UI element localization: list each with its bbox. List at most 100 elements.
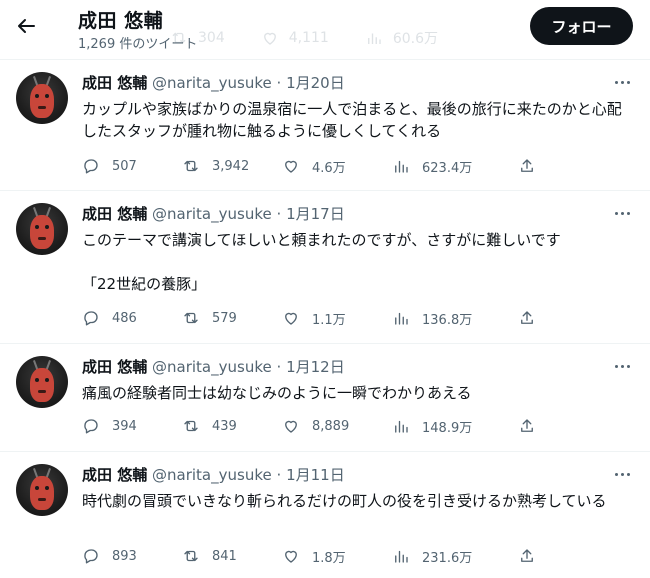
views-button[interactable]: 231.6万 — [392, 547, 518, 566]
avatar[interactable] — [16, 464, 68, 516]
author-name[interactable]: 成田 悠輔 — [82, 205, 147, 223]
tweet-actions: 394 439 8,889 148.9万 — [82, 416, 536, 436]
share-button[interactable] — [518, 547, 536, 565]
views-bar-chart-icon — [395, 312, 408, 325]
tweet-header: 成田 悠輔 @narita_yusuke · 1月17日 — [82, 203, 345, 224]
author-handle[interactable]: @narita_yusuke — [152, 466, 272, 484]
back-button[interactable] — [14, 14, 38, 38]
author-handle[interactable]: @narita_yusuke — [152, 358, 272, 376]
tweet[interactable]: 成田 悠輔 @narita_yusuke · 1月12日 痛風の経験者同士は幼な… — [0, 343, 650, 450]
reply-button[interactable]: 893 — [82, 547, 182, 565]
heart-icon — [285, 420, 297, 433]
tweet-text: 時代劇の冒頭でいきなり斬られるだけの町人の役を引き受けるか熟考している — [82, 492, 607, 510]
reply-count: 507 — [112, 158, 137, 174]
tweet-text: このテーマで講演してほしいと頼まれたのですが、さすがに難しいです 「22世紀の養… — [82, 231, 561, 293]
retweet-count: 841 — [212, 548, 237, 564]
share-button[interactable] — [518, 417, 536, 435]
tweet-actions: 893 841 1.8万 231.6万 — [82, 546, 536, 566]
heart-icon — [285, 312, 297, 325]
tweet-date[interactable]: 1月17日 — [286, 205, 345, 223]
share-upload-icon — [521, 549, 533, 562]
share-upload-icon — [521, 311, 533, 324]
views-count: 231.6万 — [422, 550, 473, 566]
scrolled-behind-tweet-actions: 304 4,111 60.6万 — [170, 28, 438, 48]
views-bar-chart-icon — [395, 160, 408, 173]
retweet-icon — [184, 420, 198, 432]
share-upload-icon — [521, 159, 533, 172]
reply-button[interactable]: 486 — [82, 309, 182, 327]
tweet-header: 成田 悠輔 @narita_yusuke · 1月20日 — [82, 72, 345, 93]
profile-name-title: 成田 悠輔 — [78, 10, 164, 32]
views-bar-chart-icon — [395, 420, 408, 433]
like-button[interactable]: 4.6万 — [282, 157, 392, 176]
author-name[interactable]: 成田 悠輔 — [82, 74, 147, 92]
avatar[interactable] — [16, 203, 68, 255]
retweet-icon — [184, 160, 198, 172]
more-options-button[interactable] — [612, 205, 632, 221]
heart-icon — [263, 32, 276, 45]
like-button[interactable]: 1.8万 — [282, 547, 392, 566]
like-count: 1.8万 — [312, 550, 346, 566]
author-handle[interactable]: @narita_yusuke — [152, 74, 272, 92]
tweet[interactable]: 成田 悠輔 @narita_yusuke · 1月17日 このテーマで講演してほ… — [0, 190, 650, 342]
avatar[interactable] — [16, 356, 68, 408]
reply-button[interactable]: 394 — [82, 417, 182, 435]
separator-dot: · — [276, 205, 282, 223]
reply-bubble-icon — [84, 549, 98, 564]
views-button[interactable]: 148.9万 — [392, 417, 518, 436]
like-button[interactable]: 1.1万 — [282, 309, 392, 328]
separator-dot: · — [276, 74, 282, 92]
avatar[interactable] — [16, 72, 68, 124]
ghost-like: 4,111 — [261, 29, 329, 47]
like-count: 1.1万 — [312, 312, 346, 328]
follow-button[interactable]: フォロー — [530, 7, 633, 45]
like-count: 4.6万 — [312, 160, 346, 176]
author-name[interactable]: 成田 悠輔 — [82, 358, 147, 376]
like-count: 8,889 — [312, 418, 350, 434]
more-options-button[interactable] — [612, 358, 632, 374]
tweet[interactable]: 成田 悠輔 @narita_yusuke · 1月20日 カップルや家族ばかりの… — [0, 59, 650, 189]
views-count: 136.8万 — [422, 312, 473, 328]
views-count: 148.9万 — [422, 420, 473, 436]
views-button[interactable]: 623.4万 — [392, 157, 518, 176]
tweet-date[interactable]: 1月12日 — [286, 358, 345, 376]
like-button[interactable]: 8,889 — [282, 417, 392, 435]
more-options-button[interactable] — [612, 466, 632, 482]
tweet-text: 痛風の経験者同士は幼なじみのように一瞬でわかりあえる — [82, 384, 472, 402]
share-button[interactable] — [518, 309, 536, 327]
views-bar-chart-icon — [367, 33, 381, 44]
separator-dot: · — [276, 466, 282, 484]
tweet[interactable]: 成田 悠輔 @narita_yusuke · 1月11日 時代劇の冒頭でいきなり… — [0, 451, 650, 578]
ghost-views-count: 60.6万 — [392, 31, 438, 47]
tweet-date[interactable]: 1月11日 — [286, 466, 345, 484]
retweet-count: 3,942 — [212, 158, 250, 174]
reply-button[interactable]: 507 — [82, 157, 182, 175]
reply-count: 394 — [112, 418, 137, 434]
profile-header: 304 4,111 60.6万 成田 悠輔 1,269 件のツイート フォロー — [0, 0, 650, 58]
reply-bubble-icon — [84, 419, 98, 434]
retweet-button[interactable]: 579 — [182, 309, 282, 327]
views-button[interactable]: 136.8万 — [392, 309, 518, 328]
reply-count: 486 — [112, 310, 137, 326]
ghost-retweet-count: 304 — [198, 30, 225, 46]
ghost-views: 60.6万 — [365, 28, 438, 48]
tweet-date[interactable]: 1月20日 — [286, 74, 345, 92]
reply-count: 893 — [112, 548, 137, 564]
retweet-button[interactable]: 3,942 — [182, 157, 282, 175]
ghost-like-count: 4,111 — [288, 30, 329, 46]
retweet-button[interactable]: 841 — [182, 547, 282, 565]
tweet-actions: 507 3,942 4.6万 623.4万 — [82, 156, 536, 176]
reply-bubble-icon — [84, 311, 98, 326]
retweet-button[interactable]: 439 — [182, 417, 282, 435]
share-button[interactable] — [518, 157, 536, 175]
heart-icon — [285, 160, 297, 173]
views-count: 623.4万 — [422, 160, 473, 176]
author-name[interactable]: 成田 悠輔 — [82, 466, 147, 484]
views-bar-chart-icon — [395, 550, 408, 563]
arrow-left-icon — [18, 19, 35, 33]
more-options-button[interactable] — [612, 74, 632, 90]
author-handle[interactable]: @narita_yusuke — [152, 205, 272, 223]
reply-bubble-icon — [84, 159, 98, 174]
tweet-header: 成田 悠輔 @narita_yusuke · 1月11日 — [82, 464, 345, 485]
share-upload-icon — [521, 419, 533, 432]
